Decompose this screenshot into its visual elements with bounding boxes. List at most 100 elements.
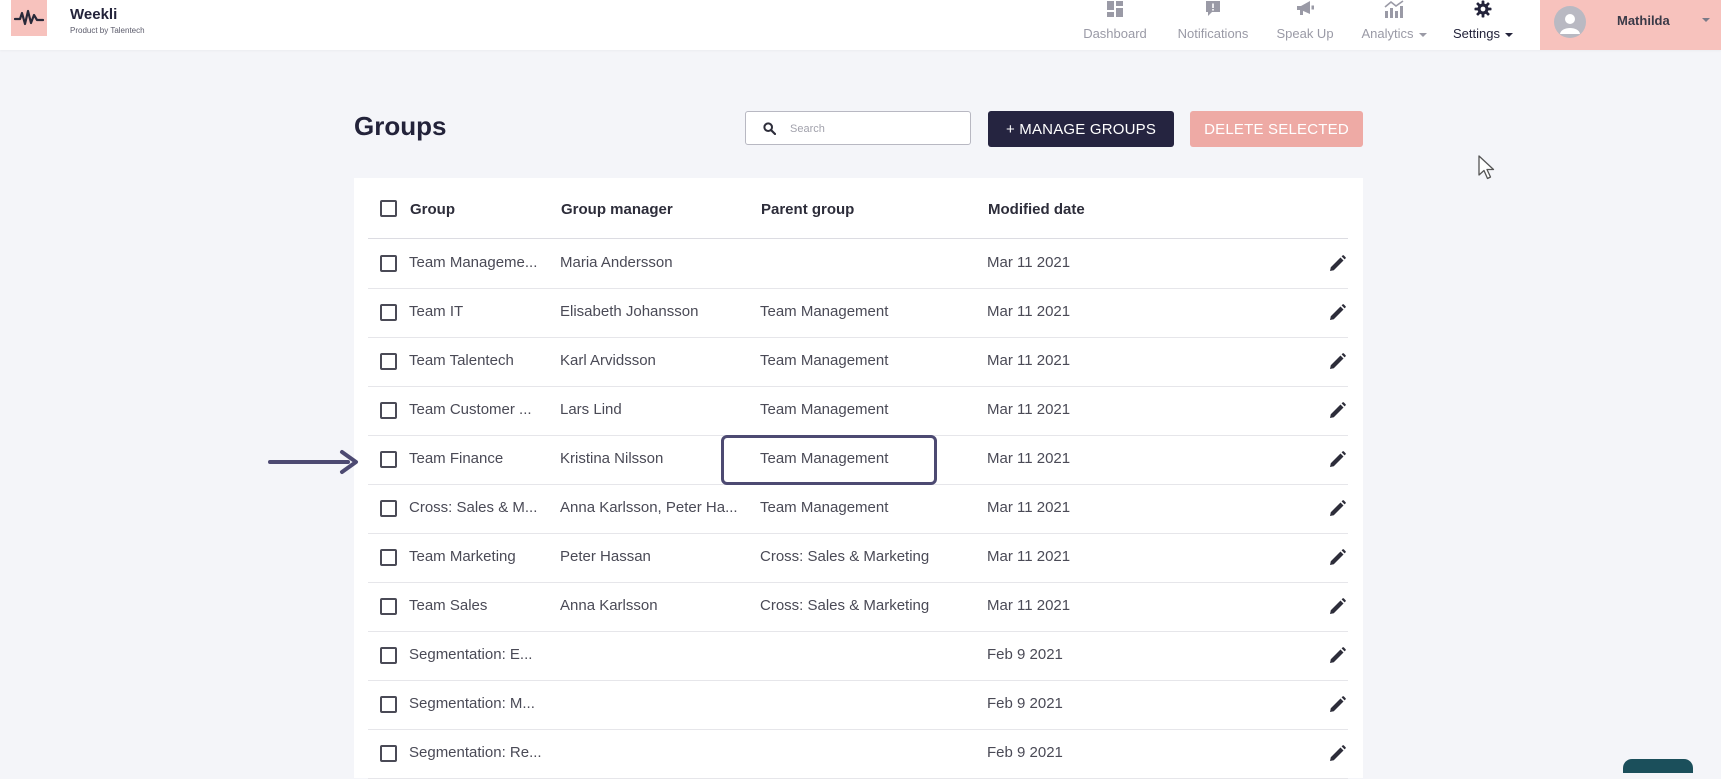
row-checkbox[interactable] xyxy=(380,451,397,468)
group-name-cell[interactable]: Segmentation: E... xyxy=(409,646,547,663)
analytics-icon xyxy=(1357,0,1431,20)
modified-date-cell: Feb 9 2021 xyxy=(987,744,1063,761)
row-checkbox[interactable] xyxy=(380,255,397,272)
table-row: Team Sales Anna Karlsson Cross: Sales & Ma… xyxy=(354,583,1363,632)
modified-date-cell: Mar 11 2021 xyxy=(987,597,1071,614)
edit-pencil-icon[interactable] xyxy=(1327,548,1347,568)
column-header-group-manager[interactable]: Group manager xyxy=(561,201,673,218)
nav-settings[interactable]: Settings xyxy=(1448,0,1518,48)
modified-date-cell: Mar 11 2021 xyxy=(987,450,1071,467)
group-name-cell[interactable]: Cross: Sales & M... xyxy=(409,499,547,516)
user-name: Mathilda xyxy=(1617,13,1670,28)
delete-selected-button[interactable]: DELETE SELECTED xyxy=(1190,111,1363,147)
search-box xyxy=(745,111,971,145)
chevron-down-icon[interactable] xyxy=(1702,18,1710,22)
chevron-down-icon xyxy=(1504,32,1513,37)
row-checkbox[interactable] xyxy=(380,500,397,517)
nav-analytics-label: Analytics xyxy=(1361,26,1414,41)
notification-icon xyxy=(1171,0,1255,20)
edit-pencil-icon[interactable] xyxy=(1327,303,1347,323)
chat-widget-tab[interactable] xyxy=(1623,759,1693,773)
table-row: Team IT Elisabeth Johansson Team Managemen… xyxy=(354,289,1363,338)
dashboard-icon xyxy=(1078,0,1152,20)
group-name-cell[interactable]: Team Talentech xyxy=(409,352,547,369)
table-row: Cross: Sales & M... Anna Karlsson, Peter … xyxy=(354,485,1363,534)
group-name-cell[interactable]: Segmentation: M... xyxy=(409,695,547,712)
nav-notifications[interactable]: Notifications xyxy=(1171,0,1255,48)
group-manager-cell: Lars Lind xyxy=(560,401,622,418)
edit-pencil-icon[interactable] xyxy=(1327,352,1347,372)
group-manager-cell: Kristina Nilsson xyxy=(560,450,664,467)
gear-icon xyxy=(1448,0,1518,20)
modified-date-cell: Mar 11 2021 xyxy=(987,303,1071,320)
parent-group-cell: Team Management xyxy=(760,401,889,418)
column-header-group[interactable]: Group xyxy=(410,201,455,218)
row-checkbox[interactable] xyxy=(380,549,397,566)
nav-settings-label: Settings xyxy=(1453,26,1500,41)
search-icon xyxy=(763,122,776,135)
table-row: Segmentation: E... Feb 9 2021 xyxy=(354,632,1363,681)
row-checkbox[interactable] xyxy=(380,696,397,713)
parent-group-cell: Team Management xyxy=(760,303,889,320)
row-checkbox[interactable] xyxy=(380,745,397,762)
header-divider xyxy=(368,238,1348,239)
group-name-cell[interactable]: Team Marketing xyxy=(409,548,547,565)
edit-pencil-icon[interactable] xyxy=(1327,744,1347,764)
avatar xyxy=(1554,6,1586,38)
row-checkbox[interactable] xyxy=(380,402,397,419)
mouse-cursor-icon xyxy=(1478,155,1495,180)
edit-pencil-icon[interactable] xyxy=(1327,450,1347,470)
row-checkbox[interactable] xyxy=(380,304,397,321)
group-name-cell[interactable]: Segmentation: Re... xyxy=(409,744,547,761)
user-icon xyxy=(1560,14,1580,34)
waveform-icon xyxy=(14,9,44,26)
nav-notifications-label: Notifications xyxy=(1177,26,1249,41)
modified-date-cell: Mar 11 2021 xyxy=(987,352,1071,369)
column-header-modified-date[interactable]: Modified date xyxy=(988,201,1085,218)
top-bar: Weekli Product by Talentech Dashboard No… xyxy=(0,0,1721,50)
edit-pencil-icon[interactable] xyxy=(1327,597,1347,617)
weekli-logo[interactable] xyxy=(11,0,47,36)
edit-pencil-icon[interactable] xyxy=(1327,695,1347,715)
parent-group-cell: Cross: Sales & Marketing xyxy=(760,597,930,614)
brand-name: Weekli xyxy=(70,6,118,23)
modified-date-cell: Mar 11 2021 xyxy=(987,499,1071,516)
page-title: Groups xyxy=(354,111,447,141)
annotation-highlight-box xyxy=(721,435,937,485)
group-manager-cell: Anna Karlsson, Peter Ha... xyxy=(560,499,738,516)
edit-pencil-icon[interactable] xyxy=(1327,646,1347,666)
group-manager-cell: Maria Andersson xyxy=(560,254,673,271)
group-manager-cell: Peter Hassan xyxy=(560,548,651,565)
table-row: Segmentation: M... Feb 9 2021 xyxy=(354,681,1363,730)
megaphone-icon xyxy=(1273,0,1337,20)
nav-dashboard[interactable]: Dashboard xyxy=(1078,0,1152,48)
table-row: Team Customer ... Lars Lind Team Managemen… xyxy=(354,387,1363,436)
edit-pencil-icon[interactable] xyxy=(1327,401,1347,421)
user-menu[interactable]: Mathilda xyxy=(1540,0,1721,50)
table-row: Segmentation: Re... Feb 9 2021 xyxy=(354,730,1363,779)
row-checkbox[interactable] xyxy=(380,598,397,615)
group-name-cell[interactable]: Team Manageme... xyxy=(409,254,547,271)
nav-speak-up-label: Speak Up xyxy=(1276,26,1334,41)
row-checkbox[interactable] xyxy=(380,353,397,370)
modified-date-cell: Mar 11 2021 xyxy=(987,548,1071,565)
nav-speak-up[interactable]: Speak Up xyxy=(1273,0,1337,48)
parent-group-cell: Cross: Sales & Marketing xyxy=(760,548,930,565)
brand-tagline: Product by Talentech xyxy=(70,26,145,35)
edit-pencil-icon[interactable] xyxy=(1327,499,1347,519)
manage-groups-button[interactable]: + MANAGE GROUPS xyxy=(988,111,1174,147)
group-name-cell[interactable]: Team Customer ... xyxy=(409,401,547,418)
modified-date-cell: Mar 11 2021 xyxy=(987,254,1071,271)
row-checkbox[interactable] xyxy=(380,647,397,664)
group-name-cell[interactable]: Team IT xyxy=(409,303,547,320)
nav-analytics[interactable]: Analytics xyxy=(1357,0,1431,48)
group-name-cell[interactable]: Team Sales xyxy=(409,597,547,614)
group-name-cell[interactable]: Team Finance xyxy=(409,450,547,467)
parent-group-cell: Team Management xyxy=(760,352,889,369)
search-input[interactable] xyxy=(788,118,962,140)
annotation-arrow xyxy=(268,446,362,483)
edit-pencil-icon[interactable] xyxy=(1327,254,1347,274)
column-header-parent-group[interactable]: Parent group xyxy=(761,201,854,218)
group-manager-cell: Elisabeth Johansson xyxy=(560,303,699,320)
select-all-checkbox[interactable] xyxy=(380,200,397,217)
